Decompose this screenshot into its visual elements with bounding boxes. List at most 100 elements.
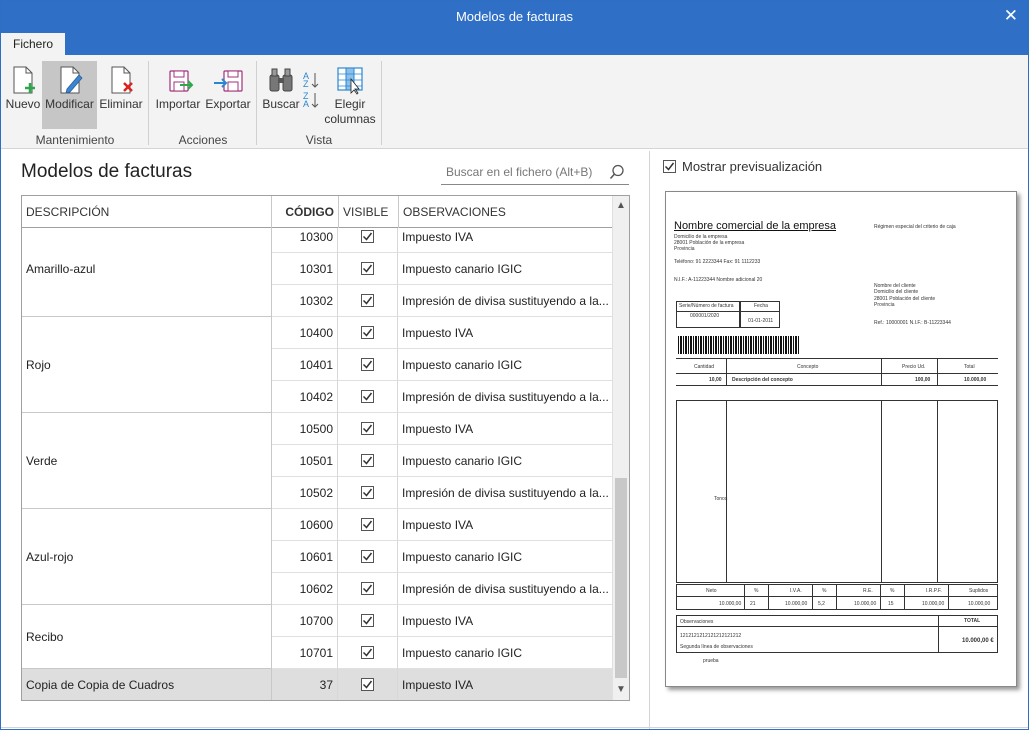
- table-row[interactable]: 10600 Impuesto IVA: [272, 509, 612, 541]
- table-row[interactable]: 10501 Impuesto canario IGIC: [272, 445, 612, 477]
- code-cell: 10501: [272, 445, 338, 477]
- table-row[interactable]: 10601 Impuesto canario IGIC: [272, 541, 612, 573]
- checkmark-icon: [362, 360, 373, 369]
- visible-cell: [338, 477, 398, 509]
- scroll-thumb[interactable]: [615, 478, 627, 678]
- header-observaciones[interactable]: OBSERVACIONES: [399, 196, 612, 228]
- visible-cell: [338, 253, 398, 285]
- close-icon[interactable]: ✕: [1004, 6, 1018, 26]
- preview-val-pct-re: 5,2: [818, 601, 825, 607]
- preview-val-pct-iva: 21: [750, 601, 756, 607]
- modificar-button[interactable]: Modificar: [42, 61, 97, 129]
- preview-line: [937, 400, 938, 583]
- code-cell: 10602: [272, 573, 338, 605]
- table-row[interactable]: 10602 Impresión de divisa sustituyendo a …: [272, 573, 612, 605]
- group-description[interactable]: Verde: [22, 413, 272, 509]
- title-bar: Modelos de facturas ✕: [1, 1, 1028, 31]
- visible-checkbox[interactable]: [361, 262, 374, 275]
- preview-obs-second: Segunda línea de observaciones: [680, 644, 753, 650]
- visible-cell: [338, 285, 398, 317]
- group-description[interactable]: Copia de Copia de Cuadros: [22, 669, 272, 700]
- table-row[interactable]: 10300 Impuesto IVA: [272, 228, 612, 253]
- exportar-button[interactable]: Exportar: [204, 61, 252, 129]
- panel-divider: [649, 151, 650, 729]
- preview-regime: Régimen especial del criterio de caja: [874, 224, 956, 230]
- visible-checkbox[interactable]: [361, 358, 374, 371]
- group-separator: [148, 61, 149, 145]
- visible-checkbox[interactable]: [361, 646, 374, 659]
- preview-total-value: 10.000,00 €: [962, 638, 994, 644]
- visible-checkbox[interactable]: [361, 518, 374, 531]
- header-visible[interactable]: VISIBLE: [339, 196, 399, 228]
- ribbon-tab-row: Fichero: [1, 31, 1028, 55]
- table-row[interactable]: 10301 Impuesto canario IGIC: [272, 253, 612, 285]
- visible-checkbox[interactable]: [361, 486, 374, 499]
- visible-checkbox[interactable]: [361, 454, 374, 467]
- checkmark-icon: [362, 584, 373, 593]
- table-row[interactable]: 10502 Impresión de divisa sustituyendo a …: [272, 477, 612, 509]
- preview-checkbox[interactable]: [663, 160, 676, 173]
- group-description[interactable]: Amarillo-azul: [22, 228, 272, 317]
- code-cell: 10601: [272, 541, 338, 573]
- scroll-up-icon[interactable]: ▲: [613, 198, 629, 214]
- table-row[interactable]: 10402 Impresión de divisa sustituyendo a …: [272, 381, 612, 413]
- checkmark-icon: [362, 520, 373, 529]
- preview-line-desc: Descripción del concepto: [732, 377, 793, 383]
- preview-line: [676, 596, 998, 597]
- header-descripcion[interactable]: DESCRIPCIÓN: [22, 196, 272, 228]
- visible-checkbox[interactable]: [361, 390, 374, 403]
- table-row[interactable]: 10400 Impuesto IVA: [272, 317, 612, 349]
- preview-label[interactable]: Mostrar previsualización: [682, 159, 822, 174]
- checkmark-icon: [362, 552, 373, 561]
- vertical-scrollbar[interactable]: ▲ ▼: [612, 196, 629, 700]
- visible-checkbox[interactable]: [361, 582, 374, 595]
- visible-checkbox[interactable]: [361, 614, 374, 627]
- preview-line: [744, 584, 745, 610]
- columns-icon: [337, 67, 363, 95]
- visible-checkbox[interactable]: [361, 230, 374, 243]
- preview-prueba: prueba: [703, 658, 719, 664]
- nuevo-label: Nuevo: [5, 97, 41, 111]
- observaciones-cell: Impresión de divisa sustituyendo a la...: [402, 390, 609, 404]
- table-row[interactable]: 10302 Impresión de divisa sustituyendo a …: [272, 285, 612, 317]
- visible-checkbox[interactable]: [361, 294, 374, 307]
- group-description[interactable]: Rojo: [22, 317, 272, 413]
- search-icon[interactable]: [609, 164, 625, 180]
- buscar-button[interactable]: Buscar: [261, 61, 301, 129]
- table-row[interactable]: 10401 Impuesto canario IGIC: [272, 349, 612, 381]
- nuevo-button[interactable]: Nuevo: [5, 61, 41, 129]
- modificar-label: Modificar: [45, 97, 94, 111]
- columnas-label: columnas: [324, 112, 376, 126]
- header-codigo[interactable]: CÓDIGO: [272, 196, 339, 228]
- table-row[interactable]: 37 Impuesto IVA: [272, 669, 612, 700]
- preview-val-re: 10.000,00: [854, 601, 877, 607]
- eliminar-button[interactable]: Eliminar: [99, 61, 143, 129]
- scroll-down-icon[interactable]: ▼: [613, 682, 629, 698]
- table-row[interactable]: 10701 Impuesto canario IGIC: [272, 637, 612, 669]
- search-input[interactable]: [441, 161, 601, 183]
- preview-line-total: 10.000,00: [964, 377, 987, 383]
- tab-fichero[interactable]: Fichero: [1, 33, 65, 55]
- visible-checkbox[interactable]: [361, 422, 374, 435]
- elegir-columnas-button[interactable]: Elegir columnas: [323, 61, 377, 129]
- preview-company-province: Provincia: [674, 246, 695, 252]
- group-description[interactable]: Azul-rojo: [22, 509, 272, 605]
- observaciones-cell: Impuesto canario IGIC: [402, 358, 523, 372]
- observaciones-cell: Impuesto IVA: [402, 678, 474, 692]
- preview-col-cantidad: Cantidad: [694, 364, 715, 370]
- table-row[interactable]: 10500 Impuesto IVA: [272, 413, 612, 445]
- visible-checkbox[interactable]: [361, 550, 374, 563]
- visible-checkbox[interactable]: [361, 678, 374, 691]
- code-cell: 10700: [272, 605, 338, 637]
- preview-line: [676, 385, 998, 386]
- importar-button[interactable]: Importar: [154, 61, 202, 129]
- group-description[interactable]: Recibo: [22, 605, 272, 669]
- svg-text:Z: Z: [303, 79, 309, 89]
- sort-button[interactable]: A Z Z A: [301, 61, 321, 129]
- preview-line: [726, 400, 727, 583]
- visible-checkbox[interactable]: [361, 326, 374, 339]
- svg-text:A: A: [303, 99, 309, 109]
- table-row[interactable]: 10700 Impuesto IVA: [272, 605, 612, 637]
- preview-val-iva: 10.000,00: [785, 601, 808, 607]
- sort-az-icon: A Z Z A: [303, 71, 319, 109]
